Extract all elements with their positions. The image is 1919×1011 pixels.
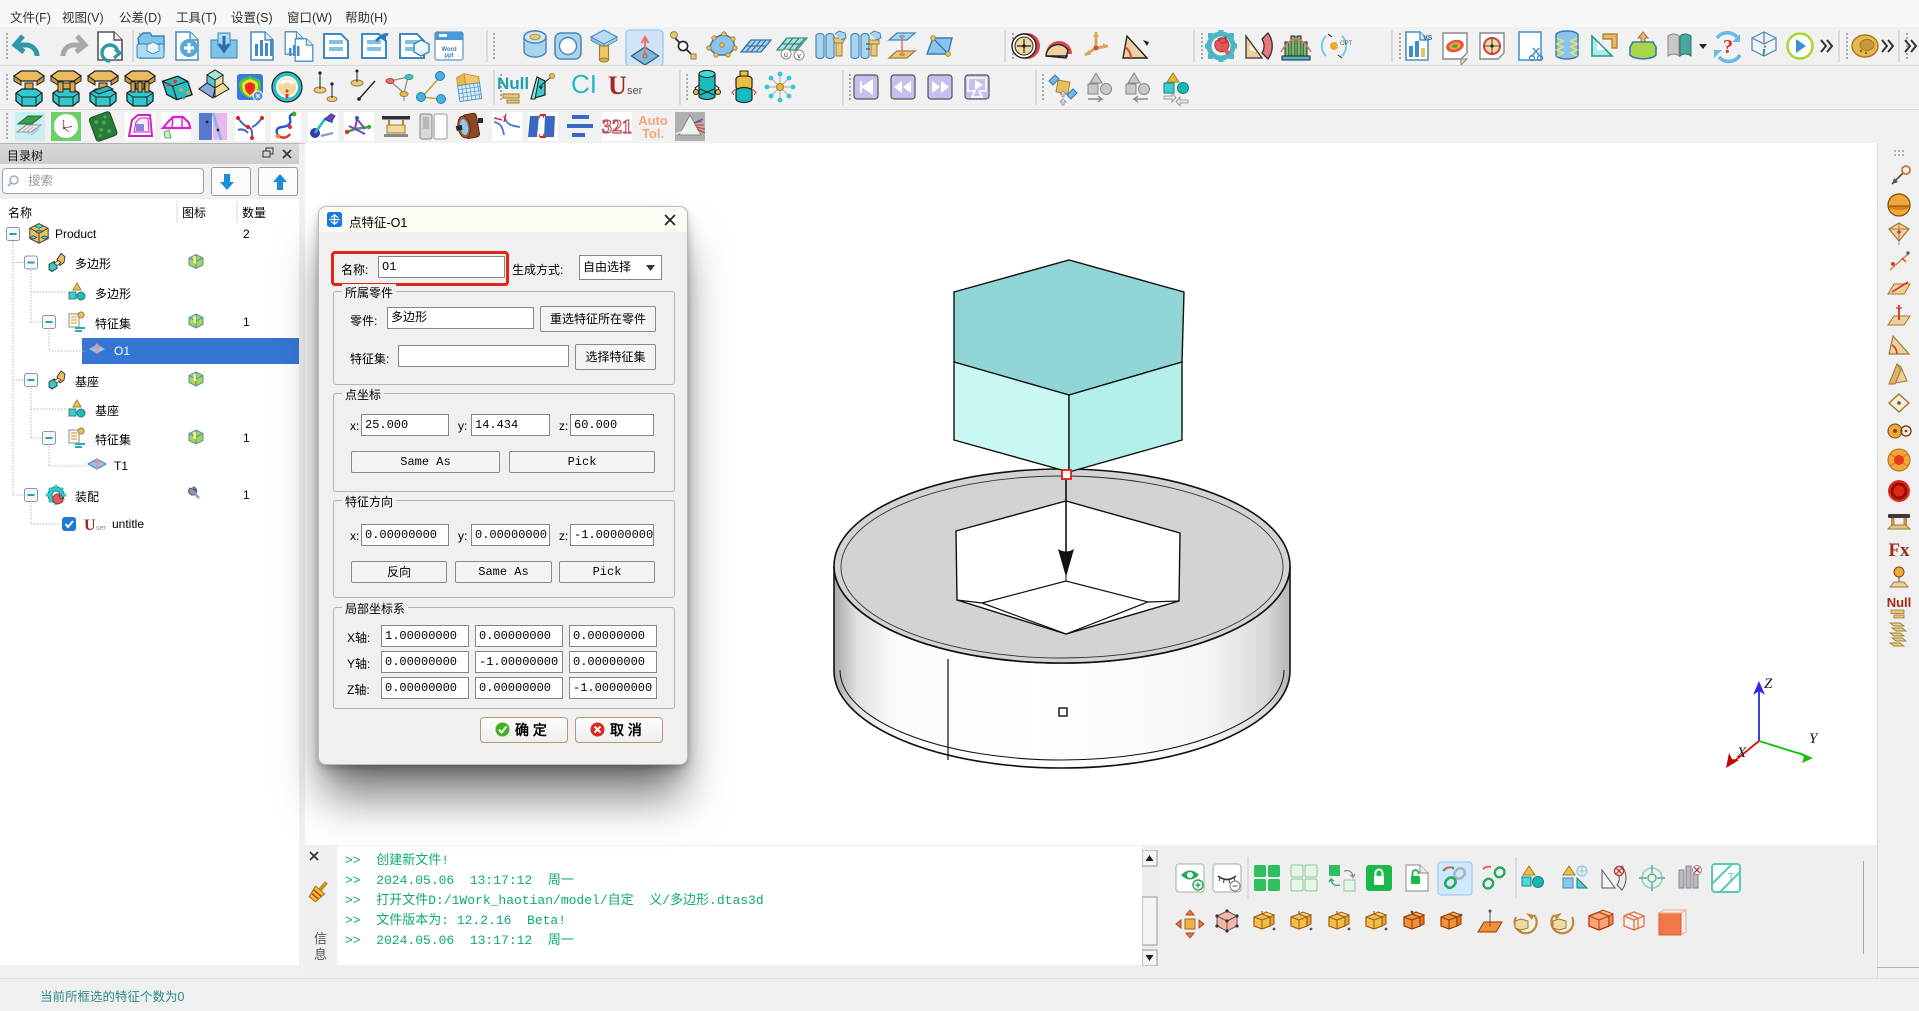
svg-text:?: ? bbox=[1723, 36, 1733, 58]
svg-text:T: T bbox=[1728, 872, 1734, 883]
svg-text:u: u bbox=[784, 52, 788, 59]
svg-text:U: U bbox=[84, 517, 96, 534]
svg-text:ser: ser bbox=[627, 85, 643, 97]
svg-text:息: 息 bbox=[314, 947, 327, 962]
svg-text:Tol.: Tol. bbox=[642, 126, 664, 141]
svg-text:321: 321 bbox=[602, 116, 632, 138]
svg-text:v: v bbox=[797, 53, 801, 60]
svg-text:ser: ser bbox=[96, 525, 106, 532]
svg-text:Null: Null bbox=[497, 74, 529, 93]
svg-text:i: i bbox=[1762, 44, 1767, 60]
svg-text:CI: CI bbox=[571, 69, 597, 99]
svg-text:ppt: ppt bbox=[444, 53, 453, 59]
svg-text:Y: Y bbox=[1809, 731, 1819, 747]
svg-text:VS: VS bbox=[1423, 35, 1433, 42]
svg-text:OPT: OPT bbox=[1340, 41, 1353, 47]
svg-text:Z: Z bbox=[1764, 676, 1773, 692]
svg-text:X: X bbox=[1736, 745, 1747, 761]
svg-text:Null: Null bbox=[1887, 595, 1912, 610]
svg-text:U: U bbox=[608, 71, 627, 100]
svg-text:信: 信 bbox=[314, 931, 327, 946]
svg-text:Fx: Fx bbox=[1888, 540, 1910, 561]
